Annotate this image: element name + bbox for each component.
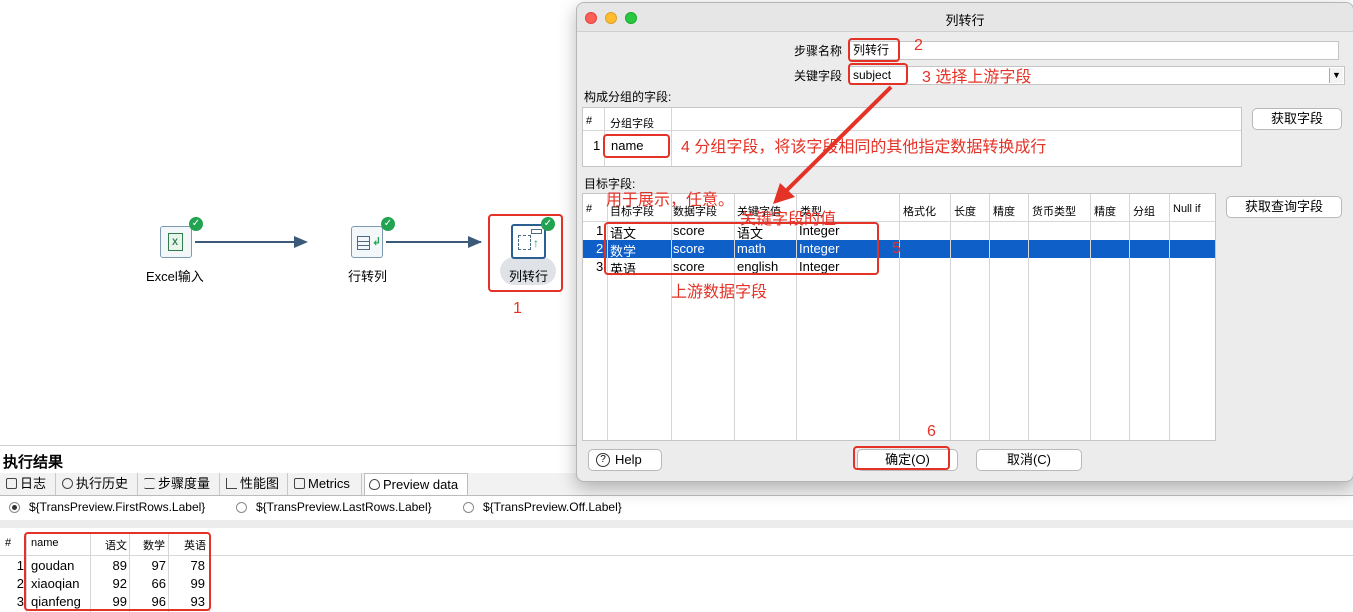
tab-label: Metrics bbox=[308, 476, 350, 491]
radio-first-rows[interactable] bbox=[9, 502, 20, 513]
radio-label: ${TransPreview.FirstRows.Label} bbox=[29, 500, 206, 514]
preview-options: ${TransPreview.FirstRows.Label} ${TransP… bbox=[0, 497, 1353, 519]
tab-history[interactable]: 执行历史 bbox=[58, 473, 138, 495]
eye-icon bbox=[369, 479, 380, 490]
tab-label: 执行历史 bbox=[76, 476, 129, 491]
perf-chart-icon bbox=[226, 478, 237, 489]
success-check-icon: ✓ bbox=[189, 217, 203, 231]
log-icon bbox=[6, 478, 17, 489]
annotation-arrow bbox=[773, 85, 893, 204]
hop-line[interactable] bbox=[386, 241, 481, 243]
row-number: 1 bbox=[16, 558, 24, 573]
annotation-box bbox=[24, 532, 211, 611]
radio-label: ${TransPreview.Off.Label} bbox=[483, 500, 622, 514]
annotation-box bbox=[853, 446, 950, 470]
tab-log[interactable]: 日志 bbox=[2, 473, 56, 495]
column-header: # bbox=[5, 537, 12, 549]
annotation-label: 6 bbox=[927, 423, 936, 440]
success-check-icon: ✓ bbox=[381, 217, 395, 231]
help-button[interactable]: ? Help bbox=[588, 449, 662, 471]
row-to-column-step[interactable]: ↲ bbox=[351, 226, 383, 258]
column-to-row-dialog: 列转行 步骤名称 列转行 2 关键字段 subject ▼ 3 选择上游字段 构… bbox=[576, 2, 1353, 482]
help-icon: ? bbox=[596, 453, 610, 467]
tab-metrics[interactable]: Metrics bbox=[290, 473, 362, 495]
row-to-column-icon bbox=[357, 236, 370, 250]
results-title: 执行结果 bbox=[3, 454, 64, 471]
tab-label: 性能图 bbox=[240, 476, 280, 491]
annotation-box bbox=[488, 214, 563, 292]
tab-perf-chart[interactable]: 性能图 bbox=[222, 473, 288, 495]
step-label: 行转列 bbox=[348, 269, 388, 284]
spacer bbox=[0, 520, 1353, 528]
cancel-button[interactable]: 取消(C) bbox=[976, 449, 1082, 471]
metrics-icon bbox=[294, 478, 305, 489]
tab-label: Preview data bbox=[383, 477, 459, 492]
excel-input-step[interactable]: X bbox=[160, 226, 192, 258]
tab-preview-data[interactable]: Preview data bbox=[364, 473, 468, 495]
row-number: 3 bbox=[16, 594, 24, 609]
hop-arrow-icon bbox=[294, 236, 308, 248]
help-button-label: Help bbox=[615, 452, 642, 467]
excel-icon: X bbox=[168, 233, 183, 251]
tab-step-metrics[interactable]: 步骤度量 bbox=[140, 473, 220, 495]
row-number: 2 bbox=[16, 576, 24, 591]
annotation-label: 1 bbox=[513, 300, 522, 317]
step-metrics-icon bbox=[144, 478, 155, 489]
tab-label: 日志 bbox=[20, 476, 47, 491]
radio-last-rows[interactable] bbox=[236, 502, 247, 513]
hop-line[interactable] bbox=[195, 241, 295, 243]
radio-label: ${TransPreview.LastRows.Label} bbox=[256, 500, 432, 514]
step-label: Excel输入 bbox=[146, 269, 204, 284]
history-icon bbox=[62, 478, 73, 489]
radio-off[interactable] bbox=[463, 502, 474, 513]
tab-label: 步骤度量 bbox=[158, 476, 211, 491]
hop-arrow-icon bbox=[468, 236, 482, 248]
